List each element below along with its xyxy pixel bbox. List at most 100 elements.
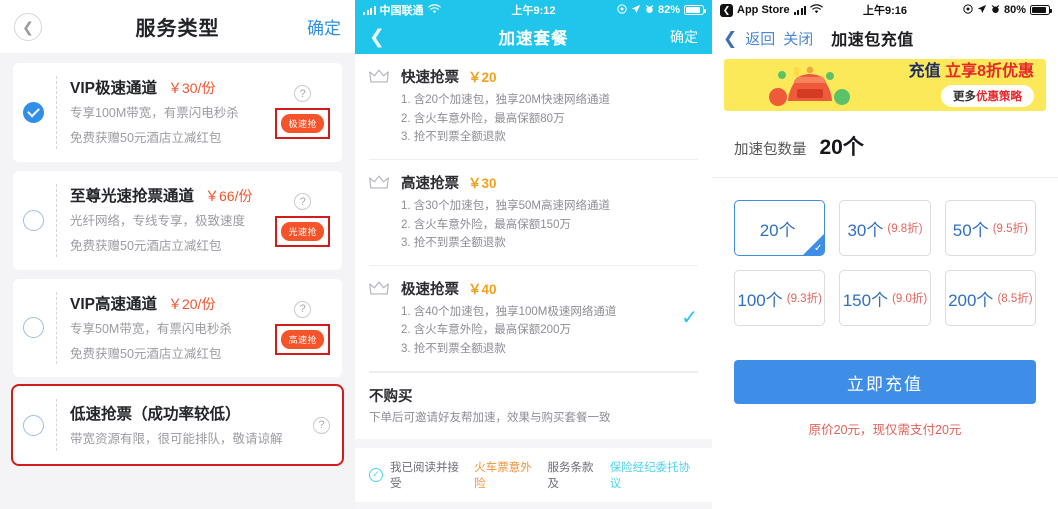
service-card-body: 低速抢票（成功率较低） 带宽资源有限，很可能排队，敬请谅解 (70, 402, 307, 449)
package-feature: 3. 抢不到票全额退款 (401, 131, 506, 144)
status-bar: ❮ App Store 上午9:16 80% (712, 0, 1058, 20)
service-card-highlighted[interactable]: 低速抢票（成功率较低） 带宽资源有限，很可能排队，敬请谅解 ? (11, 384, 344, 467)
chevron-left-icon[interactable]: ❮ (723, 30, 737, 47)
option-discount: (9.0折) (892, 293, 928, 305)
package-feature: 1. 含20个加速包，独享20M快速网络通道 (401, 94, 610, 106)
option-discount: (9.3折) (786, 293, 822, 305)
quantity-option[interactable]: 100个 (9.3折) (734, 270, 826, 326)
radio-unselected[interactable] (23, 414, 44, 436)
service-card-body: 至尊光速抢票通道 ￥66/份 光纤网络，专线专享，极致速度 免费获赠50元酒店立… (70, 184, 269, 257)
option-count: 20个 (759, 220, 796, 240)
service-name: 低速抢票（成功率较低） (70, 405, 241, 423)
quantity-option[interactable]: 150个 (9.0折) (839, 270, 931, 326)
help-icon[interactable]: ? (294, 300, 312, 318)
agreement-link-insurance[interactable]: 火车票意外险 (474, 459, 540, 491)
package-row-selected[interactable]: 极速抢票 ￥40 1. 含40个加速包，独享100M极速网络通道 2. 含火车意… (369, 266, 698, 372)
page-title: 服务类型 (135, 18, 220, 40)
crown-icon (369, 69, 391, 89)
package-name: 高速抢票 (401, 175, 459, 192)
check-icon: ✓ (681, 307, 698, 330)
help-icon[interactable]: ? (294, 193, 312, 211)
panel2-header: ❮ 加速套餐 确定 (355, 20, 712, 54)
agreement-link-broker[interactable]: 保险经纪委托协议 (610, 459, 698, 491)
divider (56, 183, 57, 257)
signal-bars-icon (793, 5, 807, 15)
service-card-right: ? 极速抢 (275, 85, 330, 140)
battery-icon (684, 5, 706, 15)
quantity-option-grid: 20个 ✓ 30个 (9.8折) 50个 (9.5折) 100个 (9.3折) … (712, 178, 1058, 326)
banner-text: 充值 立享8折优惠 更多优惠策略 (909, 64, 1034, 107)
service-card-right: ? 光速抢 (275, 193, 330, 248)
option-discount: (9.8折) (887, 223, 923, 235)
package-feature: 3. 抢不到票全额退款 (401, 343, 506, 355)
banner-pill-b: 优惠策略 (976, 91, 1022, 103)
quantity-row: 加速包数量 20个 (712, 111, 1058, 178)
status-badge: 极速抢 (281, 114, 324, 134)
quantity-value: 20个 (819, 136, 864, 159)
help-icon[interactable]: ? (294, 85, 312, 103)
screenshot-root: ❮ 服务类型 确定 VIP极速通道 ￥30/份 专享100M带宽，有票闪电秒杀 … (0, 0, 1058, 509)
price-note: 原价20元，现仅需支付20元 (808, 423, 962, 437)
service-card[interactable]: VIP极速通道 ￥30/份 专享100M带宽，有票闪电秒杀 免费获赠50元酒店立… (13, 63, 342, 162)
package-row[interactable]: 高速抢票 ￥30 1. 含30个加速包，独享50M高速网络通道 2. 含火车意外… (369, 160, 698, 266)
package-feature: 2. 含火车意外险，最高保额80万 (401, 112, 565, 125)
back-button[interactable]: 返回 (745, 28, 775, 49)
service-desc-1: 带宽资源有限，很可能排队，敬请谅解 (70, 431, 283, 446)
option-count: 30个 (847, 220, 884, 240)
quantity-option[interactable]: 50个 (9.5折) (944, 200, 1036, 256)
quantity-option-selected[interactable]: 20个 ✓ (734, 200, 826, 256)
divider (56, 76, 57, 149)
service-card-list: VIP极速通道 ￥30/份 专享100M带宽，有票闪电秒杀 免费获赠50元酒店立… (0, 53, 355, 467)
radio-selected[interactable] (23, 101, 44, 123)
service-desc-2: 免费获赠50元酒店立减红包 (70, 131, 222, 146)
page-title: 加速套餐 (498, 30, 569, 48)
no-purchase-row[interactable]: 不购买 下单后可邀请好友帮加速，效果与购买套餐一致 (369, 371, 698, 439)
package-row[interactable]: 快速抢票 ￥20 1. 含20个加速包，独享20M快速网络通道 2. 含火车意外… (369, 54, 698, 160)
quantity-option[interactable]: 200个 (8.5折) (944, 270, 1036, 326)
battery-percent: 82% (657, 4, 680, 16)
service-card-right: ? 高速抢 (275, 300, 330, 355)
check-circle-icon[interactable]: ✓ (369, 467, 383, 482)
service-price: ￥30/份 (167, 80, 216, 96)
agreement-middle: 服务条款及 (547, 461, 594, 490)
radio-unselected[interactable] (23, 317, 44, 339)
service-card-body: VIP高速通道 ￥20/份 专享50M带宽，有票闪电秒杀 免费获赠50元酒店立减… (70, 292, 269, 365)
back-app-icon[interactable]: ❮ (720, 3, 733, 17)
service-card-right: ? (313, 416, 330, 434)
banner-headline-a: 充值 (908, 63, 941, 80)
wifi-icon (810, 3, 823, 17)
service-card[interactable]: VIP高速通道 ￥20/份 专享50M带宽，有票闪电秒杀 免费获赠50元酒店立减… (13, 278, 342, 378)
agreement-prefix: 我已阅读并接受 (390, 461, 459, 490)
promo-banner[interactable]: 充值 立享8折优惠 更多优惠策略 (724, 59, 1046, 111)
app-label: App Store (737, 4, 790, 16)
banner-pill-a: 更多 (953, 91, 976, 103)
help-icon[interactable]: ? (313, 416, 330, 434)
battery-icon (1030, 5, 1052, 15)
service-desc-1: 专享100M带宽，有票闪电秒杀 (70, 106, 239, 120)
no-purchase-desc: 下单后可邀请好友帮加速，效果与购买套餐一致 (369, 411, 611, 424)
alarm-clock-icon (645, 4, 654, 17)
radio-unselected[interactable] (23, 209, 44, 231)
service-card[interactable]: 至尊光速抢票通道 ￥66/份 光纤网络，专线专享，极致速度 免费获赠50元酒店立… (13, 170, 342, 270)
status-badge: 高速抢 (281, 329, 324, 349)
agreement-row[interactable]: ✓ 我已阅读并接受 火车票意外险 服务条款及 保险经纪委托协议 (355, 447, 712, 502)
quantity-option[interactable]: 30个 (9.8折) (839, 200, 931, 256)
recharge-button[interactable]: 立即充值 (734, 360, 1036, 404)
close-button[interactable]: 关闭 (783, 28, 813, 49)
banner-pill[interactable]: 更多优惠策略 (941, 85, 1034, 107)
banner-headline-b: 立享8折优惠 (945, 63, 1034, 80)
option-count: 100个 (737, 290, 783, 310)
check-icon: ✓ (813, 243, 823, 254)
panel-recharge: ❮ App Store 上午9:16 80% ❮ 返回 关闭 加速包充值 充值 … (712, 0, 1058, 509)
confirm-button[interactable]: 确定 (307, 14, 341, 39)
quantity-label: 加速包数量 (734, 142, 807, 158)
service-card-body: VIP极速通道 ￥30/份 专享100M带宽，有票闪电秒杀 免费获赠50元酒店立… (70, 76, 269, 149)
confirm-button[interactable]: 确定 (670, 27, 698, 47)
divider (56, 291, 57, 365)
location-arrow-icon (977, 4, 987, 17)
package-price: ￥20 (468, 70, 497, 85)
service-desc-2: 免费获赠50元酒店立减红包 (70, 239, 222, 254)
location-arrow-icon (631, 4, 641, 17)
panel-speed-package: 中国联通 上午9:12 82% ❮ 加速套餐 确定 快速抢票 ￥20 1. 含2… (355, 0, 712, 509)
tag-highlight-box: 高速抢 (275, 323, 330, 355)
